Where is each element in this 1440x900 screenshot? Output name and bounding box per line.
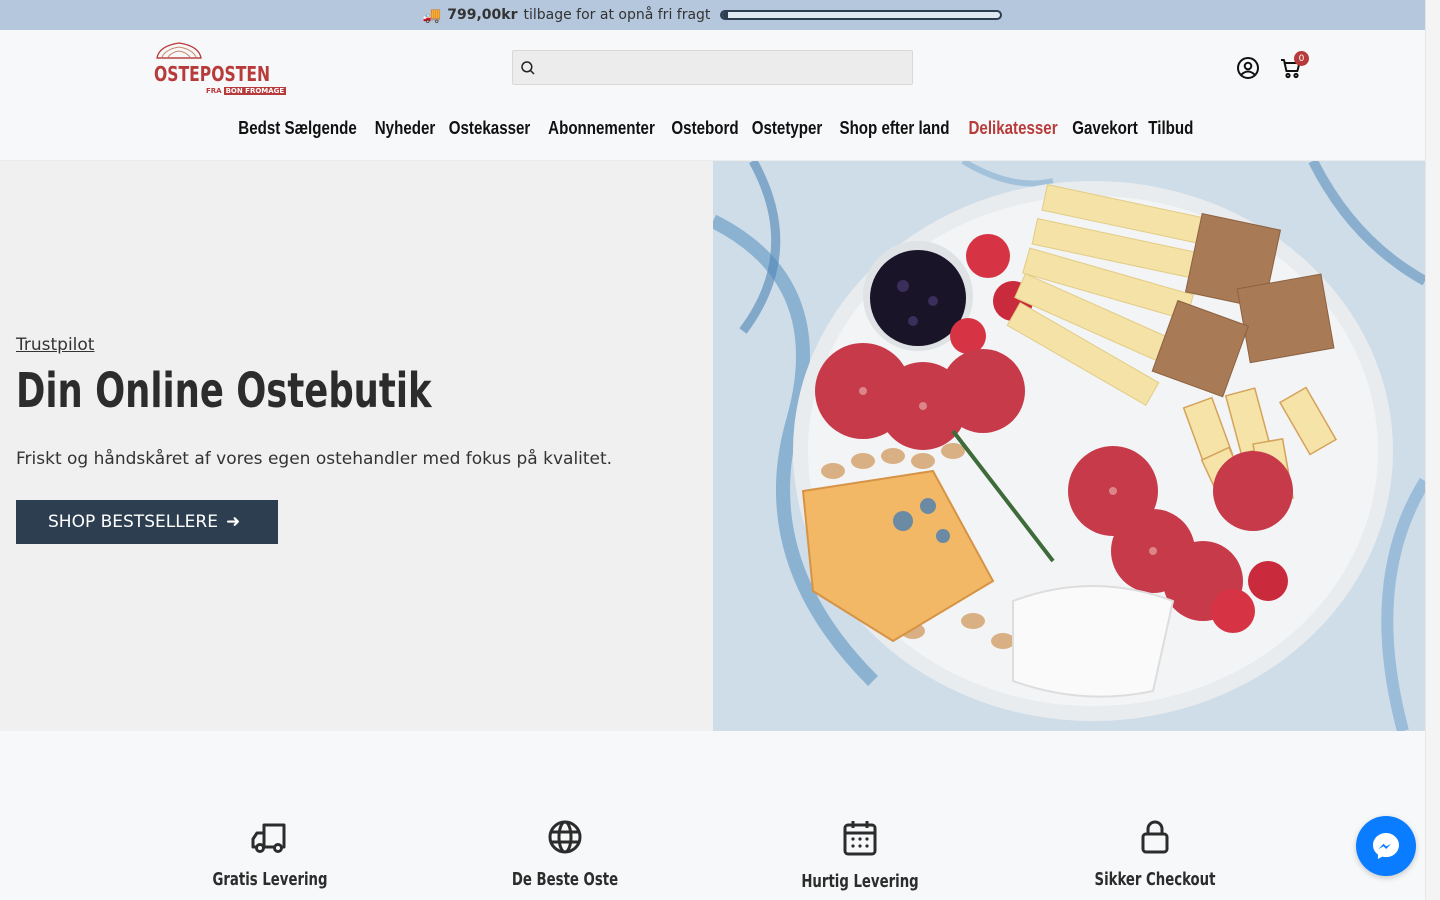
free-shipping-progress-fill (722, 12, 728, 18)
logo-subtext: FRA BON FROMAGE (206, 87, 287, 95)
nav-item-nyheder[interactable]: Nyheder (368, 118, 440, 139)
arrow-right-icon: ➜ (225, 512, 241, 532)
cart-count-badge: 0 (1294, 51, 1309, 66)
account-button[interactable] (1236, 56, 1260, 80)
logo-text: OSTEPOSTEN (154, 62, 271, 86)
hero-title: Din Online Ostebutik (16, 363, 432, 419)
site-header: OSTEPOSTEN FRA BON FROMAGE 0 Bedst Sælgen… (0, 30, 1425, 161)
hero-section: Trustpilot Din Online Ostebutik Friskt o… (0, 161, 1425, 731)
nav-item-shop-efter-land[interactable]: Shop efter land (833, 118, 955, 139)
trustpilot-link[interactable]: Trustpilot (16, 335, 94, 355)
features-section: Gratis Levering De Beste Oste Hurtig Lev… (0, 731, 1425, 900)
main-nav: Bedst Sælgende Nyheder Ostekasser Abonne… (0, 118, 1425, 139)
free-shipping-progress (720, 10, 1003, 20)
calendar-icon (843, 821, 877, 856)
globe-icon (548, 820, 582, 854)
logo-cheese-icon (156, 42, 202, 59)
truck-icon (251, 823, 286, 853)
feature-label: Hurtig Levering (801, 871, 919, 892)
nav-item-tilbud[interactable]: Tilbud (1142, 118, 1199, 139)
cart-button[interactable]: 0 (1279, 51, 1309, 80)
nav-item-bedst-saelgende[interactable]: Bedst Sælgende (233, 118, 363, 139)
nav-item-ostebord[interactable]: Ostebord (665, 118, 744, 139)
nav-item-abonnementer[interactable]: Abonnementer (542, 118, 660, 139)
free-shipping-amount: 799,00kr (447, 7, 518, 23)
cta-label: SHOP BESTSELLERE (48, 512, 218, 532)
feature-sikker-checkout: Sikker Checkout (1055, 819, 1255, 890)
page-scrollbar[interactable] (1425, 0, 1440, 900)
nav-item-ostetyper[interactable]: Ostetyper (746, 118, 828, 139)
feature-label: Sikker Checkout (1094, 869, 1216, 890)
messenger-icon (1373, 833, 1399, 859)
delivery-truck-icon: 🚚 (422, 6, 442, 24)
feature-de-beste-oste: De Beste Oste (465, 819, 665, 890)
lock-icon (1141, 820, 1169, 854)
announcement-bar: 🚚 799,00kr tilbage for at opnå fri fragt (0, 0, 1425, 30)
search-bar[interactable] (512, 50, 913, 85)
hero-subtitle: Friskt og håndskåret af vores egen osteh… (16, 449, 613, 469)
nav-item-gavekort[interactable]: Gavekort (1066, 118, 1143, 139)
site-logo[interactable]: OSTEPOSTEN FRA BON FROMAGE (154, 40, 287, 95)
feature-hurtig-levering: Hurtig Levering (760, 819, 960, 892)
nav-item-delikatesser[interactable]: Delikatesser (962, 118, 1063, 139)
feature-label: De Beste Oste (511, 869, 619, 890)
page: 🚚 799,00kr tilbage for at opnå fri fragt… (0, 0, 1440, 900)
nav-item-ostekasser[interactable]: Ostekasser (442, 118, 535, 139)
search-icon (521, 60, 535, 75)
hero-content: Trustpilot Din Online Ostebutik Friskt o… (16, 335, 676, 544)
free-shipping-text: tilbage for at opnå fri fragt (523, 7, 711, 23)
feature-gratis-levering: Gratis Levering (170, 819, 370, 890)
search-input[interactable] (537, 51, 912, 84)
cheese-platter-illustration (713, 161, 1425, 731)
messenger-chat-button[interactable] (1356, 816, 1416, 876)
hero-cheese-platter-image (713, 161, 1425, 731)
shop-bestsellers-button[interactable]: SHOP BESTSELLERE ➜ (16, 500, 278, 544)
user-circle-icon (1237, 57, 1259, 79)
feature-label: Gratis Levering (212, 869, 328, 890)
